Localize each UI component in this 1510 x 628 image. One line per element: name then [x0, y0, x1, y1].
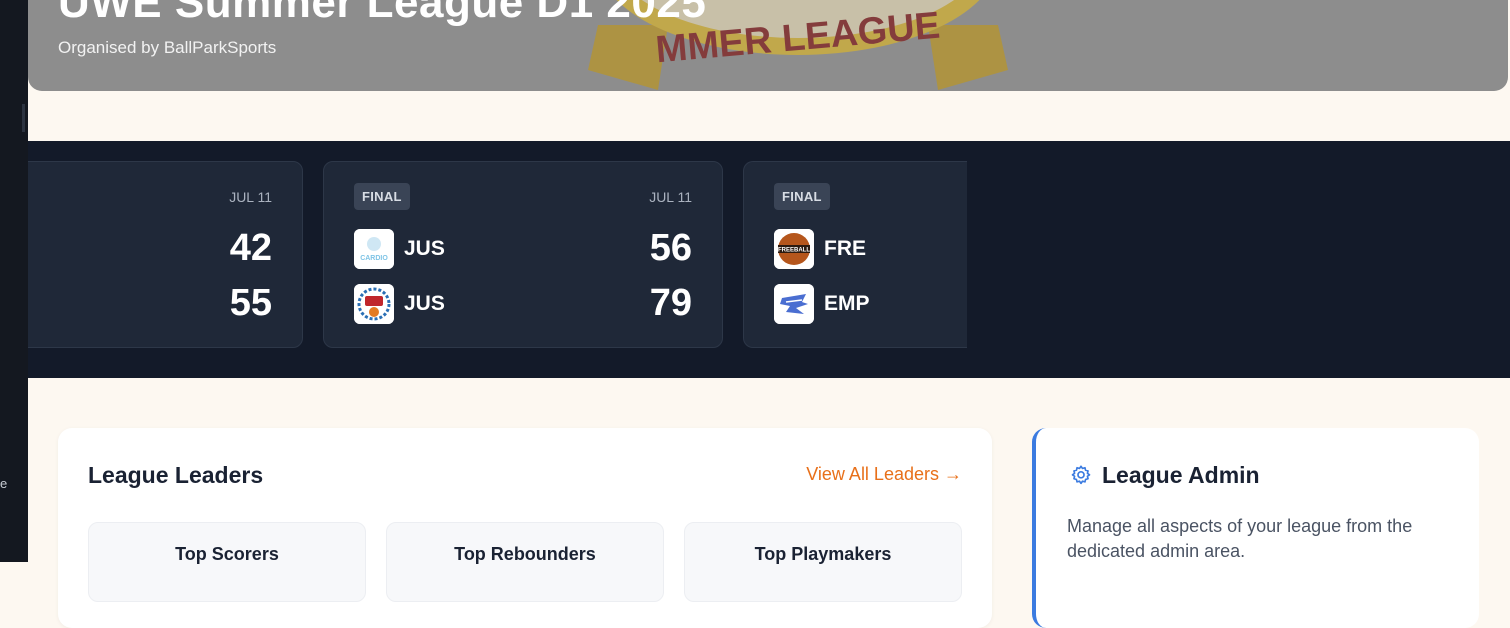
top-playmakers-tile[interactable]: Top Playmakers — [684, 522, 962, 602]
game-card[interactable]: FINAL FREEBALL FRE EMP — [743, 161, 967, 348]
league-admin-title: League Admin — [1102, 462, 1260, 488]
status-badge: FINAL — [354, 183, 410, 210]
team-row: JUS 79 — [354, 282, 692, 324]
game-card[interactable]: JUL 11 42 55 — [28, 161, 303, 348]
top-scorers-tile[interactable]: Top Scorers — [88, 522, 366, 602]
team-abbreviation: JUS — [404, 237, 445, 260]
organiser-label: Organised by BallParkSports — [58, 38, 277, 57]
team-score: 42 — [229, 227, 272, 269]
league-leaders-card: League Leaders View All Leaders → Top Sc… — [58, 428, 992, 628]
team-row: 42 — [28, 227, 272, 269]
team-row: FREEBALL FRE — [774, 229, 937, 269]
game-card[interactable]: FINAL JUL 11 CARDIO JUS 56 JUS 79 — [323, 161, 723, 348]
freeball-logo-text: FREEBALL — [778, 248, 810, 254]
league-admin-description: Manage all aspects of your league from t… — [1067, 516, 1413, 561]
status-badge: FINAL — [774, 183, 830, 210]
team-row: CARDIO JUS 56 — [354, 227, 692, 269]
league-leaders-title: League Leaders — [88, 462, 264, 488]
team-abbreviation: JUS — [404, 292, 445, 315]
gear-icon — [1071, 465, 1091, 485]
sidebar-divider — [22, 104, 25, 132]
team-score: 79 — [649, 282, 692, 324]
sidebar: e — [0, 0, 28, 562]
team-abbreviation: EMP — [824, 292, 870, 315]
cardio-logo: CARDIO — [354, 229, 394, 269]
page-title: UWE Summer League D1 2025 — [58, 0, 707, 27]
team-row: 55 — [28, 282, 272, 324]
top-rebounders-tile[interactable]: Top Rebounders — [386, 522, 664, 602]
freeball-logo: FREEBALL — [774, 229, 814, 269]
just-us-logo — [354, 284, 394, 324]
team-row: EMP — [774, 284, 937, 324]
empire-logo — [774, 284, 814, 324]
league-hero-banner: MMER LEAGUE UWE Summer League D1 2025 Or… — [28, 0, 1508, 91]
game-date: JUL 11 — [649, 189, 692, 205]
cardio-logo-text: CARDIO — [360, 255, 388, 262]
team-score: 56 — [649, 227, 692, 269]
sidebar-label-fragment: e — [0, 476, 8, 491]
scores-carousel[interactable]: JUL 11 42 55 FINAL JUL 11 CARDIO JUS 56 — [28, 141, 1510, 378]
league-admin-card: League Admin Manage all aspects of your … — [1032, 428, 1479, 628]
team-score: 55 — [229, 282, 272, 324]
team-abbreviation: FRE — [824, 237, 866, 260]
game-date: JUL 11 — [229, 189, 272, 205]
view-all-leaders-link[interactable]: View All Leaders → — [806, 464, 962, 485]
